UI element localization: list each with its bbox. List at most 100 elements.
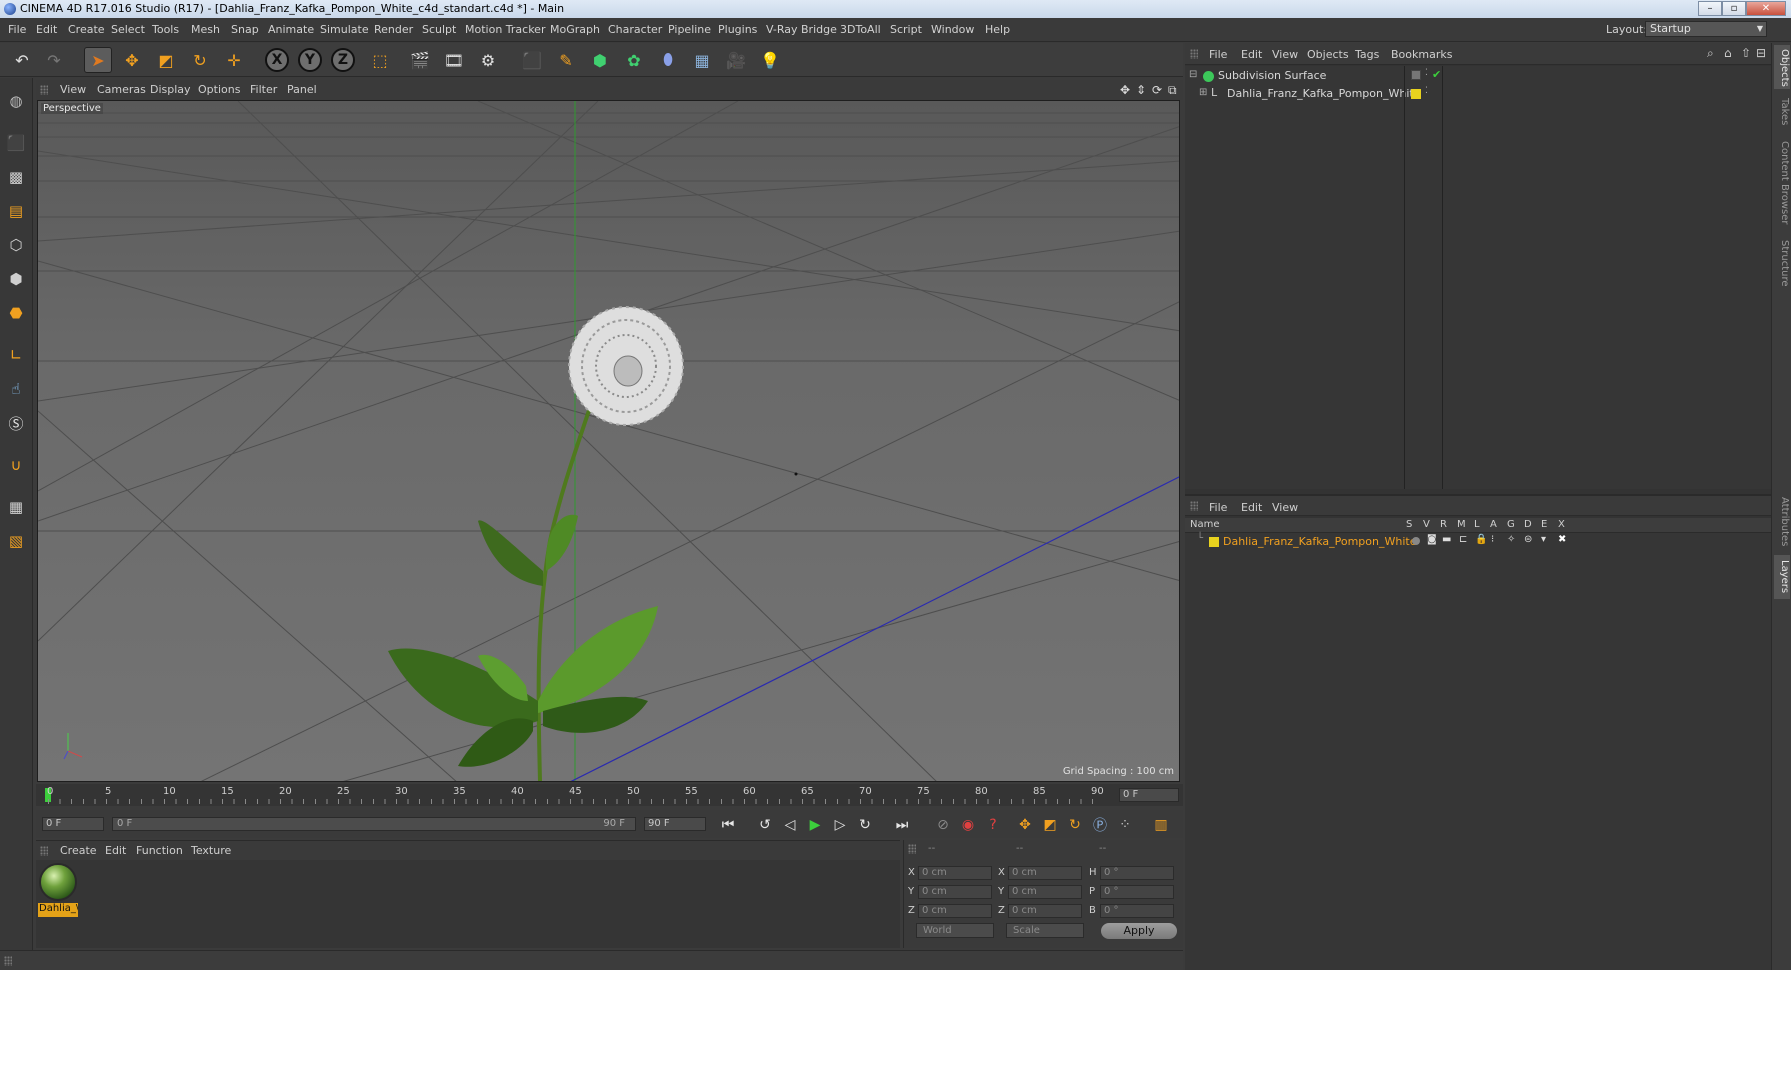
- texture-mode-icon[interactable]: ▩: [3, 164, 29, 190]
- layer-col-solo[interactable]: S: [1406, 519, 1412, 530]
- key-parameter-icon[interactable]: Ⓟ: [1089, 814, 1111, 836]
- collapse-icon[interactable]: ⊟: [1189, 69, 1197, 80]
- size-y-field[interactable]: 0 cm: [1008, 885, 1082, 899]
- goto-start-icon[interactable]: ⏮: [717, 814, 739, 836]
- size-z-field[interactable]: 0 cm: [1008, 904, 1082, 918]
- layer-col-deformers[interactable]: D: [1524, 519, 1532, 530]
- menu-sculpt[interactable]: Sculpt: [422, 23, 456, 36]
- polygons-mode-icon[interactable]: ⬣: [3, 300, 29, 326]
- undo-icon[interactable]: ↶: [8, 47, 36, 73]
- light-icon[interactable]: 💡: [756, 47, 784, 73]
- menu-file[interactable]: File: [8, 23, 26, 36]
- rot-h-field[interactable]: 0 °: [1100, 866, 1174, 880]
- render-view-icon[interactable]: 🎬: [406, 47, 434, 73]
- layout-select[interactable]: Startup ▼: [1645, 21, 1767, 37]
- up-arrow-icon[interactable]: ⇧: [1741, 46, 1751, 60]
- layer-col-expressions[interactable]: E: [1541, 519, 1547, 530]
- layer-row[interactable]: └ Dahlia_Franz_Kafka_Pompon_White ◙ ▬ ⊏ …: [1185, 533, 1771, 550]
- previous-frame-icon[interactable]: ◁: [779, 814, 801, 836]
- key-rotation-icon[interactable]: ↻: [1064, 814, 1086, 836]
- solo-toggle-icon[interactable]: [1412, 537, 1420, 545]
- z-axis-toggle[interactable]: Z: [331, 48, 355, 72]
- layer-color-swatch[interactable]: [1209, 537, 1219, 547]
- new-panel-icon[interactable]: ⊟: [1756, 46, 1766, 60]
- material-swatch[interactable]: Dahlia_\: [36, 860, 82, 920]
- object-row-subdivision-surface[interactable]: ⊟ Subdivision Surface ⁚ ✔: [1185, 68, 1771, 86]
- pos-x-field[interactable]: 0 cm: [918, 866, 992, 880]
- tab-takes[interactable]: Takes: [1774, 93, 1790, 131]
- tab-objects[interactable]: Objects: [1774, 45, 1790, 89]
- snap-icon[interactable]: Ⓢ: [3, 410, 29, 436]
- om-menu-edit[interactable]: Edit: [1241, 48, 1262, 61]
- model-mode-icon[interactable]: ⬛: [3, 130, 29, 156]
- lm-menu-edit[interactable]: Edit: [1241, 501, 1262, 514]
- object-row-dahlia[interactable]: ⊞ L Dahlia_Franz_Kafka_Pompon_White ⁚: [1185, 86, 1771, 104]
- menu-plugins[interactable]: Plugins: [718, 23, 757, 36]
- visibility-dots-icon[interactable]: ⁚: [1425, 86, 1428, 96]
- layer-col-view[interactable]: V: [1423, 519, 1430, 530]
- viewport-camera-label[interactable]: Perspective: [41, 103, 103, 114]
- layer-col-manager[interactable]: M: [1457, 519, 1466, 530]
- minimize-button[interactable]: –: [1698, 1, 1722, 16]
- layer-col-xref[interactable]: X: [1558, 519, 1565, 530]
- magnet-icon[interactable]: ∪: [3, 452, 29, 478]
- deformer-icon[interactable]: ⊜: [1524, 534, 1532, 545]
- layer-swatch-icon[interactable]: [1411, 70, 1421, 80]
- generator-icon[interactable]: ✧: [1507, 534, 1515, 545]
- key-scale-icon[interactable]: ◩: [1039, 814, 1061, 836]
- tab-layers[interactable]: Layers: [1774, 555, 1790, 599]
- menu-script[interactable]: Script: [890, 23, 922, 36]
- search-icon[interactable]: ⌕: [1707, 46, 1714, 61]
- viewport-menu-panel[interactable]: Panel: [287, 83, 317, 96]
- cube-icon[interactable]: ⬛: [518, 47, 546, 73]
- menu-vray-bridge[interactable]: V-Ray Bridge: [766, 23, 837, 36]
- planar-workplane-icon[interactable]: ▧: [3, 528, 29, 554]
- expression-icon[interactable]: ▾: [1541, 534, 1546, 545]
- viewport-menu-options[interactable]: Options: [198, 83, 240, 96]
- tweak-mode-icon[interactable]: ☝: [3, 376, 29, 402]
- scale-mode-dropdown[interactable]: Scale: [1006, 923, 1084, 938]
- menu-pipeline[interactable]: Pipeline: [668, 23, 711, 36]
- layer-col-animation[interactable]: A: [1490, 519, 1497, 530]
- mograph-cloner-icon[interactable]: ✿: [620, 47, 648, 73]
- rot-b-field[interactable]: 0 °: [1100, 904, 1174, 918]
- move-view-icon[interactable]: ✥: [1120, 83, 1130, 97]
- pos-z-field[interactable]: 0 cm: [918, 904, 992, 918]
- viewport-menu-filter[interactable]: Filter: [250, 83, 277, 96]
- lock-workplane-icon[interactable]: ▦: [3, 494, 29, 520]
- om-menu-file[interactable]: File: [1209, 48, 1227, 61]
- menu-motion-tracker[interactable]: Motion Tracker: [465, 23, 545, 36]
- menu-mesh[interactable]: Mesh: [191, 23, 220, 36]
- workplane-icon[interactable]: ▤: [3, 198, 29, 224]
- menu-simulate[interactable]: Simulate: [320, 23, 369, 36]
- pos-y-field[interactable]: 0 cm: [918, 885, 992, 899]
- menu-mograph[interactable]: MoGraph: [550, 23, 600, 36]
- enabled-check-icon[interactable]: ✔: [1432, 68, 1441, 81]
- layer-col-locked[interactable]: L: [1474, 519, 1480, 530]
- rotate-view-icon[interactable]: ⟳: [1152, 83, 1162, 97]
- key-position-icon[interactable]: ✥: [1014, 814, 1036, 836]
- x-axis-toggle[interactable]: X: [265, 48, 289, 72]
- home-icon[interactable]: ⌂: [1724, 46, 1732, 60]
- lock-icon[interactable]: 🔒: [1475, 534, 1487, 545]
- menu-tools[interactable]: Tools: [152, 23, 179, 36]
- material-menu-function[interactable]: Function: [136, 844, 183, 857]
- menu-select[interactable]: Select: [111, 23, 145, 36]
- y-axis-toggle[interactable]: Y: [298, 48, 322, 72]
- subdivision-icon[interactable]: ⬢: [586, 47, 614, 73]
- viewport-menu-view[interactable]: View: [60, 83, 86, 96]
- last-tool-icon[interactable]: ✛: [220, 47, 248, 73]
- redo-icon[interactable]: ↷: [40, 47, 68, 73]
- menu-snap[interactable]: Snap: [231, 23, 259, 36]
- material-menu-edit[interactable]: Edit: [105, 844, 126, 857]
- timeline-window-icon[interactable]: ▥: [1150, 814, 1172, 836]
- pen-spline-icon[interactable]: ✎: [552, 47, 580, 73]
- xref-icon[interactable]: ✖: [1558, 534, 1566, 545]
- maximize-button[interactable]: ▫: [1722, 1, 1746, 16]
- maximize-view-icon[interactable]: ⧉: [1168, 83, 1177, 98]
- rotate-icon[interactable]: ↻: [186, 47, 214, 73]
- layer-name[interactable]: Dahlia_Franz_Kafka_Pompon_White: [1223, 535, 1416, 548]
- close-button[interactable]: ✕: [1746, 1, 1786, 16]
- menu-help[interactable]: Help: [985, 23, 1010, 36]
- record-active-icon[interactable]: ◉: [957, 814, 979, 836]
